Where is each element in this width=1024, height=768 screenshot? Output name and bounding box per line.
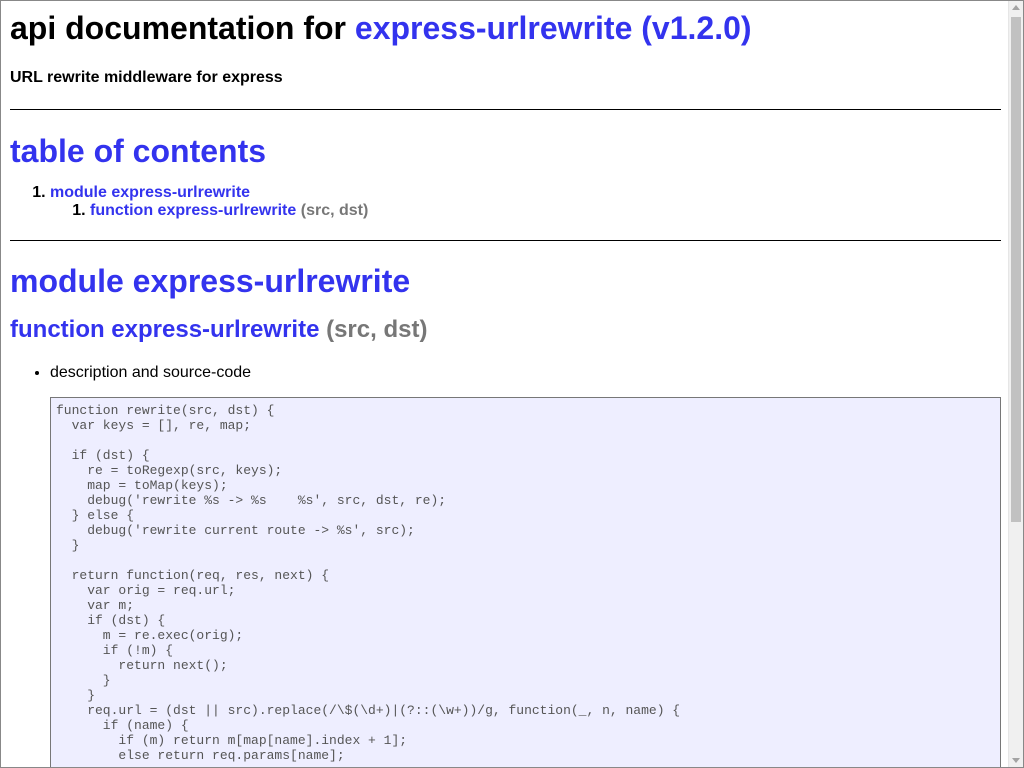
toc-function-signature: (src, dst) [300,202,369,219]
scroll-up-button[interactable] [1009,1,1023,15]
page-content: api documentation for express-urlrewrite… [1,1,1009,767]
chevron-up-icon [1012,5,1020,10]
toc-heading: table of contents [10,132,1001,170]
function-details-list: description and source-code function rew… [10,364,1001,767]
module-heading-link[interactable]: module express-urlrewrite [10,263,410,299]
divider [10,240,1001,241]
package-description: URL rewrite middleware for express [10,69,283,86]
source-code-block: function rewrite(src, dst) { var keys = … [50,397,1001,767]
toc-function-link[interactable]: function express-urlrewrite [90,202,296,219]
toc-item-module: module express-urlrewrite function expre… [50,184,1001,220]
list-item: description and source-code function rew… [50,364,1001,767]
divider [10,109,1001,110]
function-heading: function express-urlrewrite (src, dst) [10,315,1001,345]
scrollbar-thumb[interactable] [1011,17,1021,522]
toc-list: module express-urlrewrite function expre… [10,184,1001,220]
package-link[interactable]: express-urlrewrite (v1.2.0) [355,10,752,46]
function-heading-link[interactable]: function express-urlrewrite [10,316,319,343]
description-label: description and source-code [50,364,252,381]
page-title: api documentation for express-urlrewrite… [10,9,1001,47]
toc-module-link[interactable]: module express-urlrewrite [50,184,250,201]
chevron-down-icon [1012,758,1020,763]
function-signature: (src, dst) [326,316,428,343]
page-title-prefix: api documentation for [10,10,355,46]
toc-sublist: function express-urlrewrite (src, dst) [50,202,1001,220]
browser-viewport: api documentation for express-urlrewrite… [0,0,1024,768]
vertical-scrollbar[interactable] [1008,1,1023,767]
scroll-down-button[interactable] [1009,753,1023,767]
module-heading: module express-urlrewrite [10,262,1001,300]
toc-heading-link[interactable]: table of contents [10,133,266,169]
toc-item-function: function express-urlrewrite (src, dst) [90,202,1001,220]
